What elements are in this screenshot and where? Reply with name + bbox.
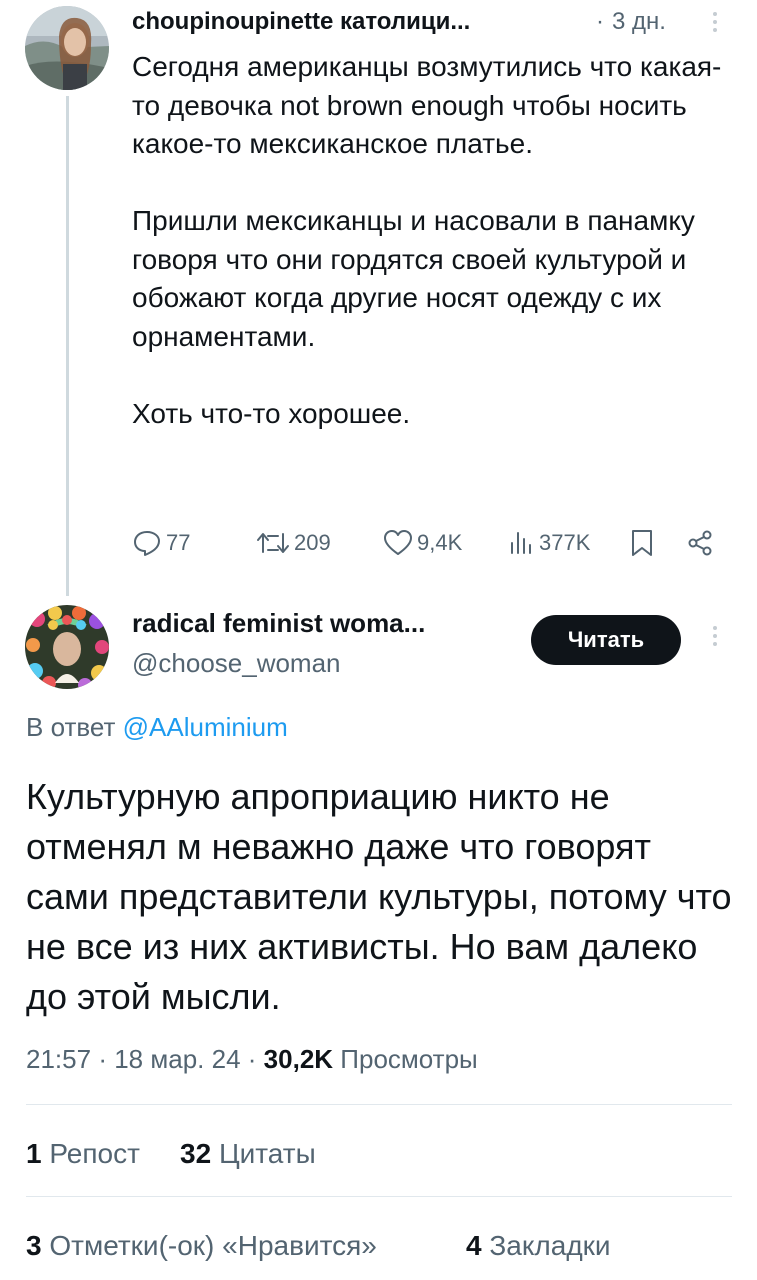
analytics-icon xyxy=(511,532,531,554)
reposts-count: 1 xyxy=(26,1138,42,1169)
like-action[interactable]: 9,4K xyxy=(383,528,462,558)
bookmark-icon xyxy=(632,530,652,556)
quotes-stat[interactable]: 32 Цитаты xyxy=(180,1138,316,1170)
likes-label: Отметки(-ок) «Нравится» xyxy=(49,1230,377,1261)
meta-dot: · xyxy=(247,1044,257,1074)
views-label: Просмотры xyxy=(340,1044,478,1074)
retweet-icon xyxy=(257,533,289,553)
quotes-label: Цитаты xyxy=(218,1138,316,1169)
meta-dot: · xyxy=(98,1044,107,1074)
views-action[interactable]: 377K xyxy=(507,528,590,558)
reply-author-handle[interactable]: @choose_woman xyxy=(132,648,341,679)
reposts-label: Репост xyxy=(49,1138,140,1169)
views-total: 30,2K xyxy=(263,1044,334,1074)
quotes-count: 32 xyxy=(180,1138,212,1169)
parent-paragraph-3: Хоть что-то хорошее. xyxy=(132,397,411,429)
views-count: 377K xyxy=(539,530,591,555)
reply-author-name[interactable]: radical feminist woma... xyxy=(132,608,425,639)
parent-author-name[interactable]: choupinoupinette католици... xyxy=(132,8,470,36)
time-separator: · xyxy=(596,8,604,35)
parent-more-options-icon[interactable] xyxy=(712,12,718,36)
reply-count: 77 xyxy=(166,530,191,555)
reply-more-options-icon[interactable] xyxy=(712,626,718,650)
reposts-stat[interactable]: 1 Репост xyxy=(26,1138,140,1170)
reply-prefix: В ответ xyxy=(26,712,116,742)
reply-tweet-text: Культурную апроприацию никто не отменял … xyxy=(26,776,732,1017)
parent-tweet-text: Сегодня американцы возмутились что какая… xyxy=(132,48,732,472)
reply-author-avatar[interactable] xyxy=(25,605,109,689)
tweet-time[interactable]: 21:57 xyxy=(26,1044,91,1074)
like-count: 9,4K xyxy=(417,530,463,555)
bookmarks-stat[interactable]: 4 Закладки xyxy=(466,1230,611,1262)
thread-connector-line xyxy=(66,96,69,596)
tweet-meta: 21:57 · 18 мар. 24 · 30,2K Просмотры xyxy=(26,1044,478,1075)
likes-total: 3 xyxy=(26,1230,42,1261)
share-icon xyxy=(688,530,712,556)
divider xyxy=(26,1196,732,1197)
reply-mention-link[interactable]: @AAluminium xyxy=(123,712,288,742)
parent-tweet-time[interactable]: 3 дн. xyxy=(612,8,666,36)
bookmarks-label: Закладки xyxy=(489,1230,611,1261)
heart-icon xyxy=(384,530,412,555)
retweet-count: 209 xyxy=(294,530,331,555)
reply-icon xyxy=(134,531,160,556)
retweet-action[interactable]: 209 xyxy=(256,528,331,558)
follow-button[interactable]: Читать xyxy=(531,615,681,665)
share-action[interactable] xyxy=(686,528,714,558)
parent-paragraph-2: Пришли мексиканцы и насовали в панамку г… xyxy=(132,205,695,352)
divider xyxy=(26,1104,732,1105)
bookmarks-count: 4 xyxy=(466,1230,482,1261)
tweet-date[interactable]: 18 мар. 24 xyxy=(114,1044,240,1074)
parent-author-avatar[interactable] xyxy=(25,6,109,90)
likes-stat[interactable]: 3 Отметки(-ок) «Нравится» xyxy=(26,1230,377,1262)
reply-context: В ответ @AAluminium xyxy=(26,712,288,743)
reply-action[interactable]: 77 xyxy=(132,528,190,558)
bookmark-action[interactable] xyxy=(630,528,654,558)
parent-paragraph-1: Сегодня американцы возмутились что какая… xyxy=(132,51,722,159)
